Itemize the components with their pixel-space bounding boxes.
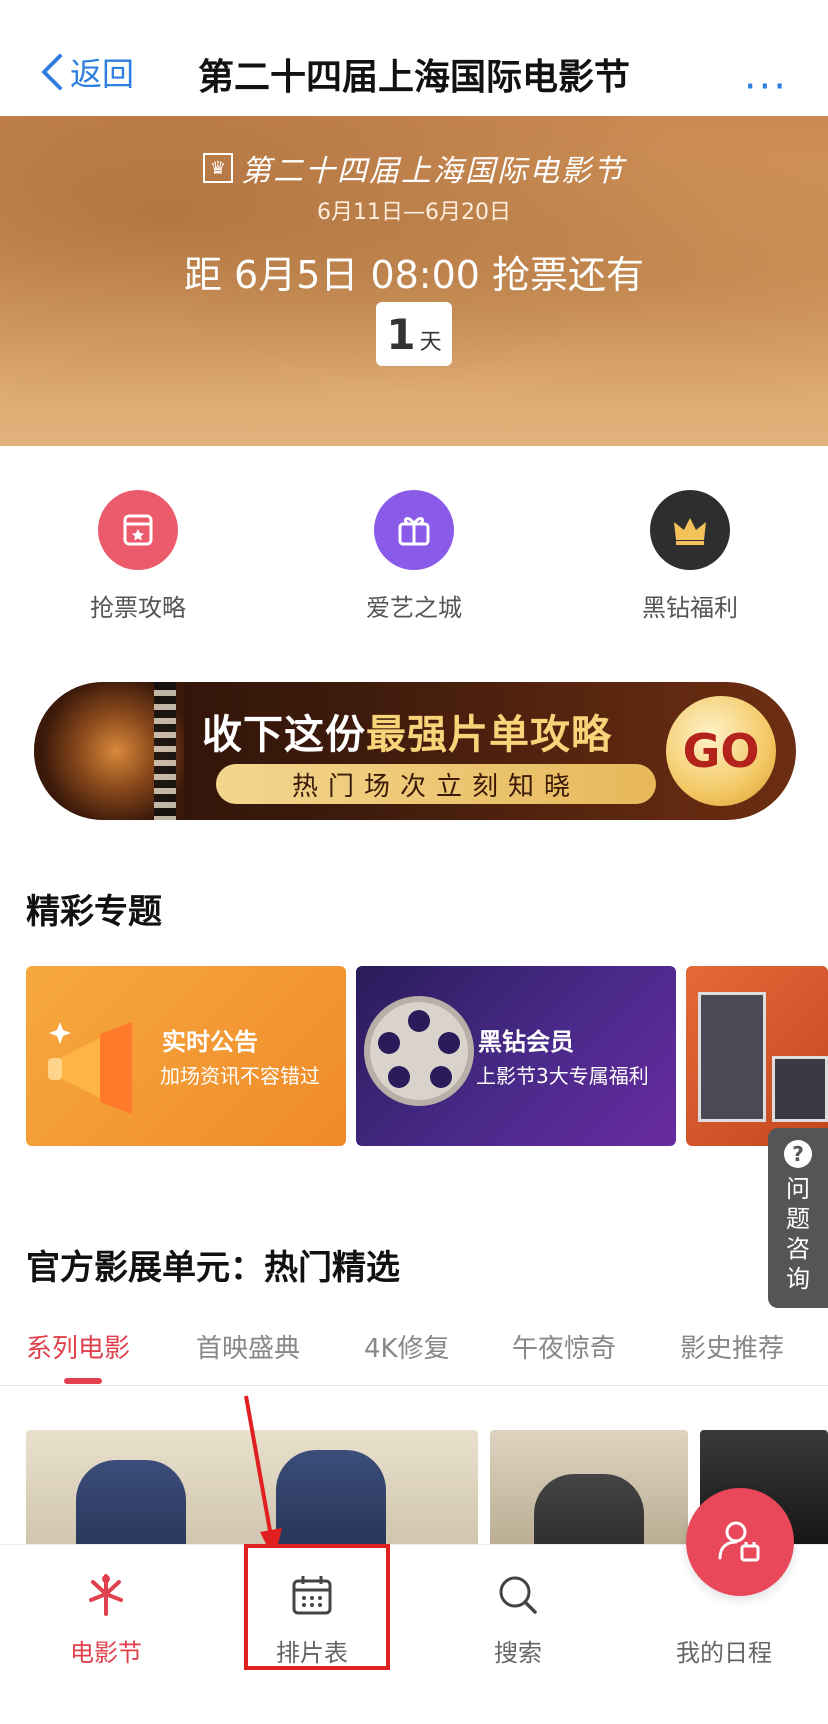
megaphone-icon	[48, 1022, 132, 1114]
quick-entry-diamond-benefits[interactable]: 黑钻福利	[590, 490, 790, 623]
tab-series-films[interactable]: 系列电影	[26, 1328, 130, 1365]
poster-thumbnail	[772, 1056, 828, 1122]
crown-icon	[650, 490, 730, 570]
page-title: 第二十四届上海国际电影节	[197, 57, 630, 98]
featured-topics-carousel[interactable]: 实时公告 加场资讯不容错过 黑钻会员 上影节3大专属福利	[26, 966, 828, 1146]
festival-dates: 6月11日—6月20日	[317, 200, 511, 225]
quick-entry-label: 爱艺之城	[366, 594, 462, 622]
promo-title: 收下这份最强片单攻略	[202, 702, 612, 760]
tab-premiere[interactable]: 首映盛典	[196, 1328, 300, 1365]
nav-label: 我的日程	[676, 1639, 772, 1667]
poster-artwork	[76, 1460, 186, 1550]
more-options-button[interactable]: ···	[744, 64, 788, 110]
screen: 返回 第二十四届上海国际电影节 ··· ♛ 第二十四届上海国际电影节 6月11日…	[0, 0, 828, 1724]
topic-card-poster-art[interactable]	[686, 966, 828, 1146]
promo-subtitle: 热门场次立刻知晓	[216, 764, 656, 804]
poster-artwork	[534, 1474, 644, 1550]
topic-title: 黑钻会员	[478, 1028, 574, 1056]
topic-subtitle: 加场资讯不容错过	[160, 1064, 320, 1088]
poster-thumbnail	[698, 992, 766, 1122]
festival-logo: ♛ 第二十四届上海国际电影节	[0, 146, 828, 190]
topic-title: 实时公告	[162, 1028, 258, 1056]
annotation-arrow-icon	[244, 1395, 282, 1560]
ticket-icon	[98, 490, 178, 570]
film-strip-decoration	[154, 682, 176, 820]
topic-card-announcement[interactable]: 实时公告 加场资讯不容错过	[26, 966, 346, 1146]
quick-entry-label: 抢票攻略	[90, 594, 186, 622]
festival-emblem-icon: ♛	[203, 153, 233, 183]
quick-entry-label: 黑钻福利	[642, 594, 738, 622]
festival-icon	[26, 1565, 186, 1625]
search-icon	[438, 1565, 598, 1625]
question-icon: ?	[784, 1140, 812, 1168]
category-tabs: 系列电影 首映盛典 4K修复 午夜惊奇 影史推荐	[0, 1318, 828, 1386]
countdown-unit: 天	[419, 330, 442, 355]
promo-title-highlight: 最强片单攻略	[366, 712, 612, 758]
profile-icon	[718, 1521, 760, 1562]
annotation-highlight-box	[244, 1544, 390, 1670]
quick-entry-ticket-guide[interactable]: 抢票攻略	[38, 490, 238, 623]
topic-subtitle: 上影节3大专属福利	[476, 1064, 649, 1088]
tab-4k-restored[interactable]: 4K修复	[364, 1328, 450, 1365]
nav-festival[interactable]: 电影节	[26, 1565, 186, 1668]
featured-section-title: 精彩专题	[26, 892, 162, 932]
festival-name: 第二十四届上海国际电影节	[241, 154, 625, 189]
countdown-text: 距 6月5日 08:00 抢票还有	[183, 253, 645, 297]
tab-film-history[interactable]: 影史推荐	[680, 1328, 784, 1365]
my-schedule-button[interactable]	[686, 1488, 794, 1596]
nav-search[interactable]: 搜索	[438, 1565, 598, 1668]
countdown-value: 1	[386, 310, 416, 359]
official-section-title: 官方影展单元：热门精选	[26, 1248, 400, 1288]
film-poster[interactable]	[490, 1430, 688, 1550]
quick-entries: 抢票攻略 爱艺之城 黑钻福利	[0, 490, 828, 630]
nav-label: 搜索	[494, 1639, 542, 1667]
topic-card-diamond-member[interactable]: 黑钻会员 上影节3大专属福利	[356, 966, 676, 1146]
tab-midnight[interactable]: 午夜惊奇	[512, 1328, 616, 1365]
go-button[interactable]: GO	[666, 696, 776, 806]
quick-entry-art-city[interactable]: 爱艺之城	[314, 490, 514, 623]
film-guide-promo-banner[interactable]: 收下这份最强片单攻略 热门场次立刻知晓 GO	[34, 682, 796, 820]
nav-header: 返回 第二十四届上海国际电影节 ···	[0, 0, 828, 116]
gift-icon	[374, 490, 454, 570]
nav-label: 电影节	[70, 1639, 142, 1667]
help-consult-button[interactable]: ? 问题咨询	[768, 1128, 828, 1308]
countdown-days-box: 1 天	[376, 302, 452, 366]
countdown-banner[interactable]: ♛ 第二十四届上海国际电影节 6月11日—6月20日 距 6月5日 08:00 …	[0, 116, 828, 446]
film-reel-icon	[364, 996, 474, 1106]
active-tab-indicator	[64, 1378, 102, 1384]
help-label: 问题咨询	[786, 1175, 810, 1293]
promo-title-prefix: 收下这份	[202, 712, 366, 758]
